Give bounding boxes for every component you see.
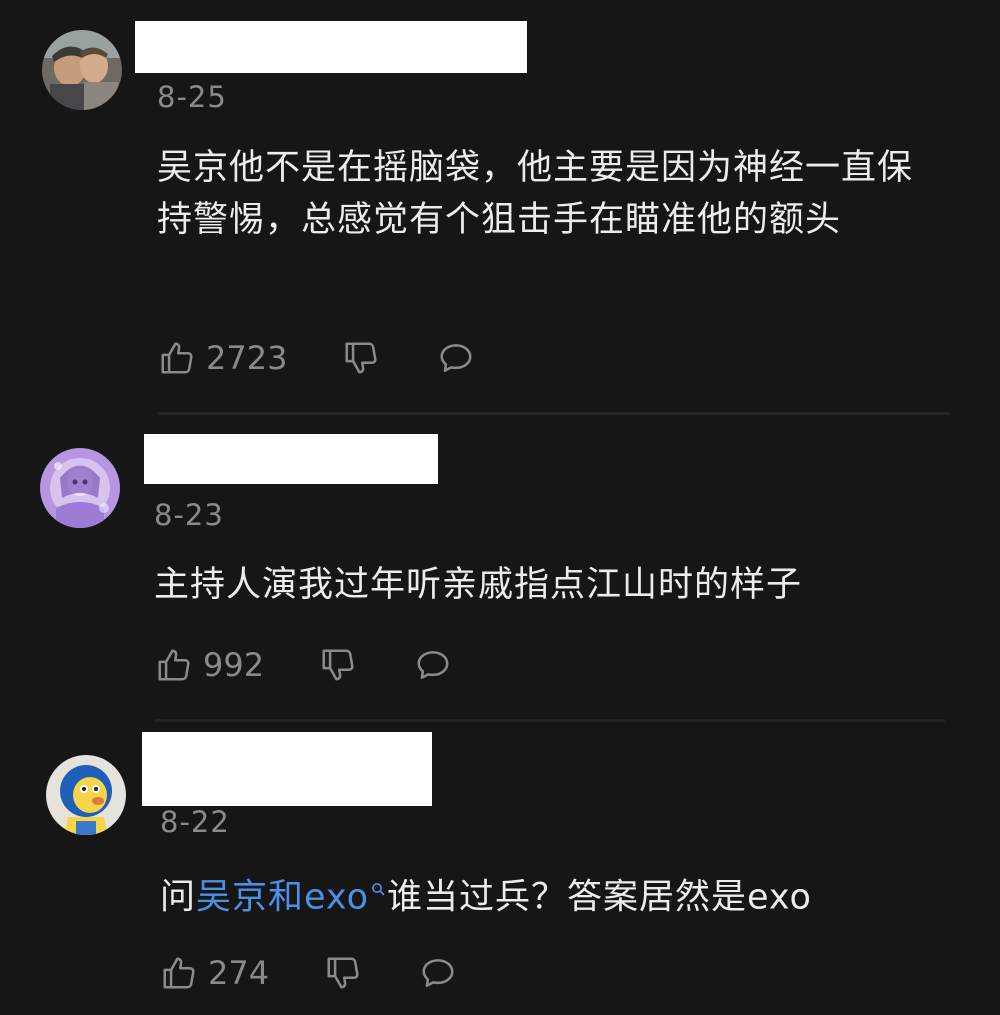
username-redacted <box>135 21 527 73</box>
like-count: 992 <box>203 646 265 684</box>
thumbs-up-icon <box>160 954 198 992</box>
comment-actions: 274 <box>160 951 457 995</box>
dislike-button[interactable] <box>319 646 357 684</box>
like-button[interactable]: 992 <box>155 646 264 684</box>
search-keyword-link[interactable]: 吴京和exo <box>196 878 369 918</box>
dislike-button[interactable] <box>324 954 362 992</box>
comment-item: 8-25 吴京他不是在摇脑袋，他主要是因为神经一直保持警惕，总感觉有个狙击手在瞄… <box>0 0 1000 412</box>
thumbs-down-icon <box>342 339 380 377</box>
comment-text: 问吴京和exo 谁当过兵？答案居然是exo <box>160 865 960 924</box>
like-button[interactable]: 274 <box>160 954 269 992</box>
avatar[interactable] <box>46 755 126 835</box>
dislike-button[interactable] <box>342 339 380 377</box>
thumbs-down-icon <box>324 954 362 992</box>
comment-actions: 2723 <box>158 336 475 380</box>
comment-text: 主持人演我过年听亲戚指点江山时的样子 <box>154 565 803 605</box>
reply-button[interactable] <box>437 339 475 377</box>
comment-text-suffix: 谁当过兵？答案居然是exo <box>386 877 812 918</box>
reply-button[interactable] <box>419 954 457 992</box>
search-icon[interactable] <box>371 865 385 917</box>
thumbs-up-icon <box>155 646 193 684</box>
like-count: 274 <box>208 954 270 992</box>
comment-text: 吴京他不是在摇脑袋，他主要是因为神经一直保持警惕，总感觉有个狙击手在瞄准他的额头 <box>157 148 914 240</box>
comment-item: 8-22 问吴京和exo 谁当过兵？答案居然是exo 274 <box>0 722 1000 1015</box>
speech-bubble-icon <box>414 646 452 684</box>
comment-date: 8-25 <box>157 80 227 114</box>
speech-bubble-icon <box>419 954 457 992</box>
username-redacted <box>142 732 432 806</box>
comment-text-prefix: 问 <box>160 877 197 918</box>
avatar[interactable] <box>42 30 122 110</box>
comment-actions: 992 <box>155 643 452 687</box>
comment-item: 8-23 主持人演我过年听亲戚指点江山时的样子 992 <box>0 415 1000 720</box>
reply-button[interactable] <box>414 646 452 684</box>
like-count: 2723 <box>206 339 288 377</box>
thumbs-up-icon <box>158 339 196 377</box>
avatar[interactable] <box>40 448 120 528</box>
username-redacted <box>144 434 438 484</box>
comment-date: 8-22 <box>160 805 230 839</box>
like-button[interactable]: 2723 <box>158 339 287 377</box>
comment-list-screen: { "comments": [ { "date": "8-25", "text"… <box>0 0 1000 1015</box>
comment-date: 8-23 <box>154 498 224 532</box>
thumbs-down-icon <box>319 646 357 684</box>
speech-bubble-icon <box>437 339 475 377</box>
